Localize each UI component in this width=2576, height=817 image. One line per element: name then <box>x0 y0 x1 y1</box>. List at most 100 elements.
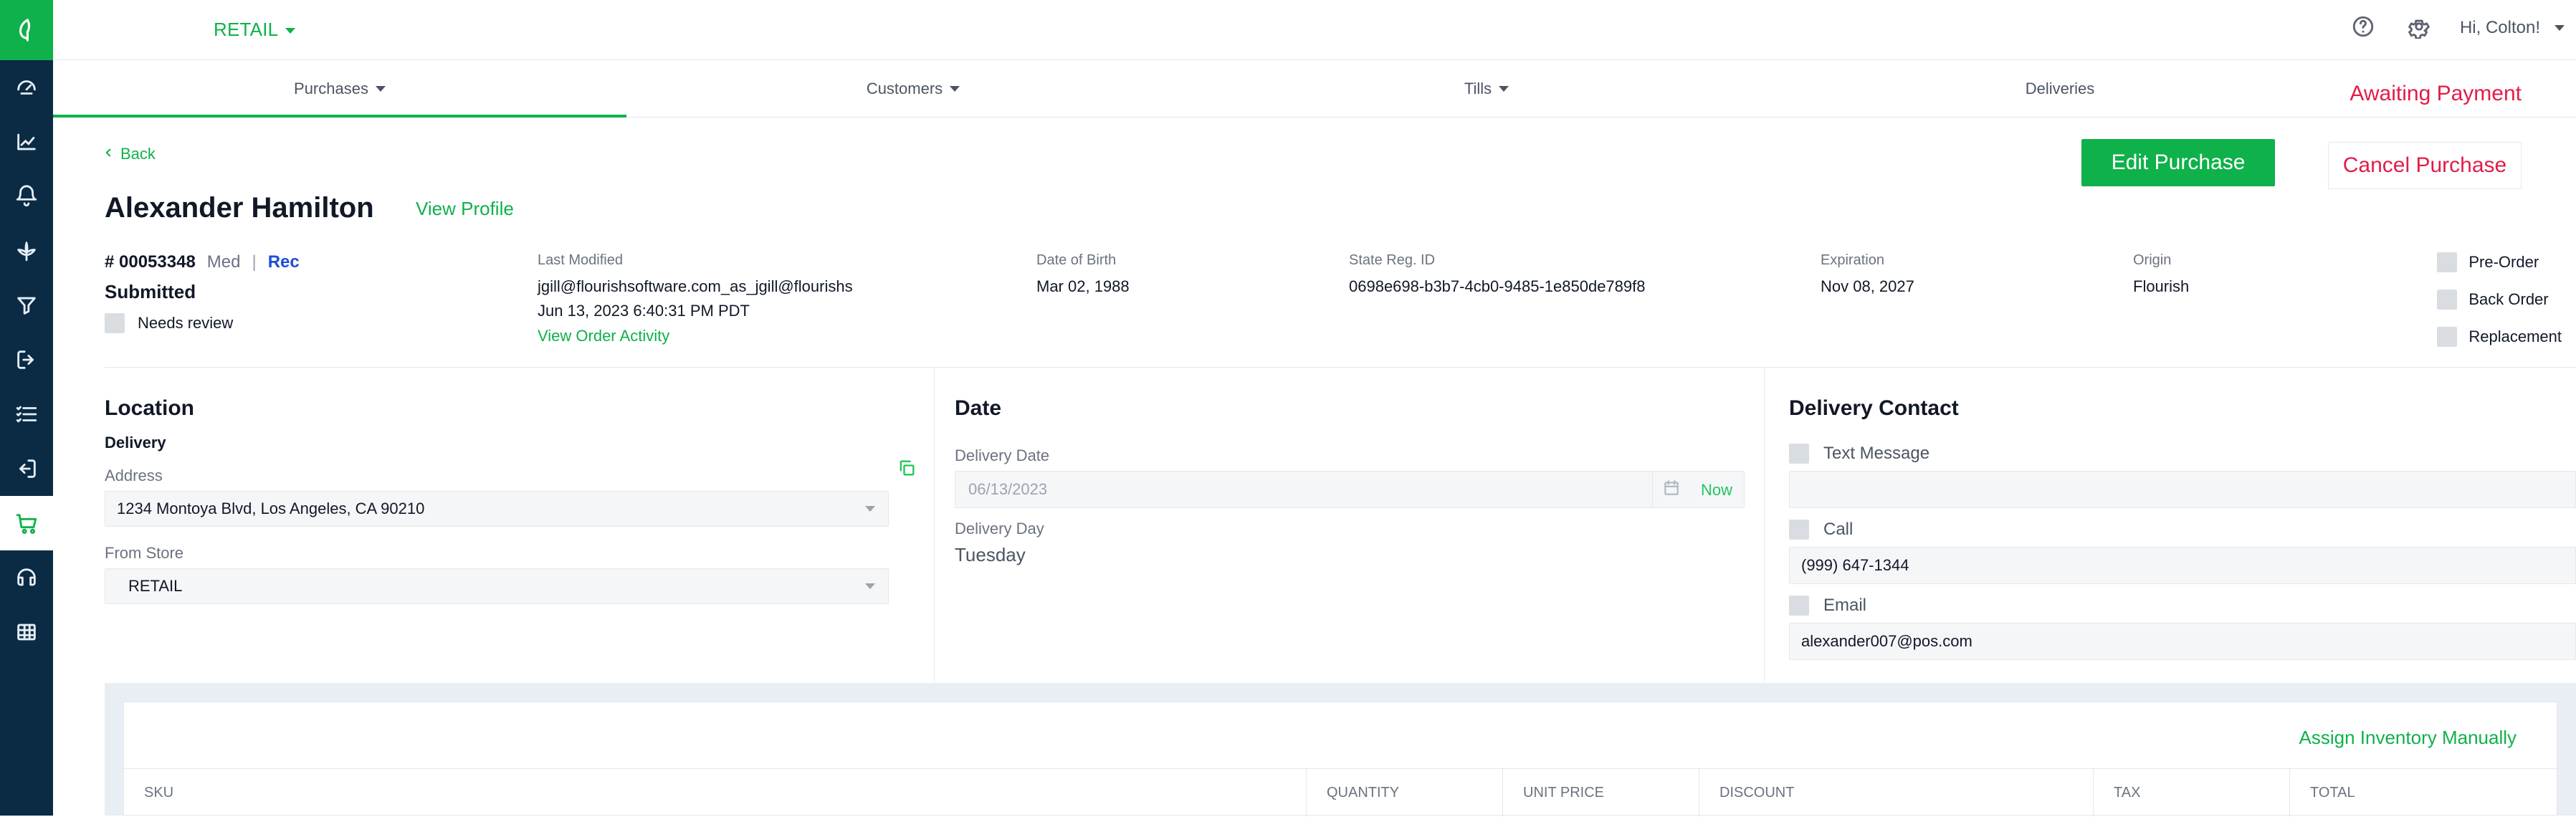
back-link[interactable]: Back <box>102 145 156 163</box>
customer-name: Alexander Hamilton <box>105 192 374 224</box>
rail-export[interactable] <box>0 441 53 496</box>
state-reg-label: State Reg. ID <box>1349 252 1436 268</box>
flag-replacement[interactable]: Replacement <box>2437 327 2562 347</box>
dob-label: Date of Birth <box>1036 252 1117 268</box>
rail-import[interactable] <box>0 333 53 387</box>
email-value: alexander007@pos.com <box>1801 632 1972 650</box>
line-chart-icon <box>14 130 39 154</box>
checkbox-box[interactable] <box>1789 596 1809 616</box>
now-button[interactable]: Now <box>1689 472 1744 509</box>
rail-dashboard[interactable] <box>0 60 53 115</box>
checkbox-box[interactable] <box>1789 520 1809 540</box>
delivery-contact-panel: Delivery Contact Text Message Call (999)… <box>1765 368 2576 683</box>
user-menu[interactable]: Hi, Colton! <box>2460 18 2565 38</box>
chevron-left-icon <box>102 145 115 163</box>
column-header-quantity: QUANTITY <box>1307 768 1503 817</box>
rail-nav <box>0 60 53 659</box>
table-icon <box>14 620 39 644</box>
address-select[interactable]: 1234 Montoya Blvd, Los Angeles, CA 90210 <box>105 491 889 527</box>
tab-purchases[interactable]: Purchases <box>53 60 626 118</box>
order-flags: Pre-Order Back Order Replacement <box>2437 252 2562 347</box>
order-number: # 00053348 <box>105 252 196 272</box>
state-reg-value: 0698e698-b3b7-4cb0-9485-1e850de789f8 <box>1349 277 1646 295</box>
dob-value: Mar 02, 1988 <box>1036 277 1130 295</box>
needs-review-checkbox[interactable]: Needs review <box>105 313 506 333</box>
store-selector[interactable]: RETAIL <box>214 19 296 41</box>
location-title: Location <box>105 396 194 420</box>
order-status: Submitted <box>105 281 196 302</box>
order-type-rec[interactable]: Rec <box>268 252 300 272</box>
email-input[interactable]: alexander007@pos.com <box>1789 623 2576 660</box>
text-message-label: Text Message <box>1823 444 1930 463</box>
column-header-sku: SKU <box>124 768 1307 817</box>
column-header-total: TOTAL <box>2310 784 2355 801</box>
cancel-purchase-button[interactable]: Cancel Purchase <box>2328 142 2522 189</box>
delivery-subtitle: Delivery <box>105 434 166 452</box>
edit-purchase-button[interactable]: Edit Purchase <box>2081 139 2275 186</box>
view-profile-link[interactable]: View Profile <box>416 198 514 220</box>
tab-deliveries[interactable]: Deliveries <box>1773 60 2347 118</box>
settings-gear-icon <box>2407 14 2431 42</box>
main-content: Back Alexander Hamilton View Profile Edi… <box>53 118 2576 817</box>
text-message-input[interactable] <box>1789 471 2576 508</box>
expiration-field: Expiration Nov 08, 2027 <box>1821 252 2007 297</box>
order-meta: # 00053348 Med | Rec Submitted Needs rev… <box>105 252 506 333</box>
needs-review-label: Needs review <box>138 314 234 332</box>
origin-field: Origin Flourish <box>2133 252 2319 297</box>
email-option[interactable]: Email <box>1789 596 1866 616</box>
delivery-date-value: 06/13/2023 <box>968 480 1048 498</box>
help-circle-icon <box>2351 14 2375 42</box>
status-awaiting-payment: Awaiting Payment <box>2350 82 2522 105</box>
rail-cart[interactable] <box>0 496 53 550</box>
origin-label: Origin <box>2133 252 2172 268</box>
dropdown-caret-icon <box>865 583 875 589</box>
checkbox-box[interactable] <box>2437 252 2458 272</box>
rail-products[interactable] <box>0 224 53 278</box>
flag-pre-order[interactable]: Pre-Order <box>2437 252 2562 272</box>
rail-analytics[interactable] <box>0 115 53 169</box>
flag-back-order[interactable]: Back Order <box>2437 290 2562 310</box>
rail-filters[interactable] <box>0 278 53 333</box>
from-store-value: RETAIL <box>128 577 183 595</box>
rail-tables[interactable] <box>0 605 53 659</box>
call-option[interactable]: Call <box>1789 520 1853 540</box>
call-input[interactable]: (999) 647-1344 <box>1789 547 2576 584</box>
address-value: 1234 Montoya Blvd, Los Angeles, CA 90210 <box>117 500 425 517</box>
checkbox-box[interactable] <box>105 313 125 333</box>
export-icon <box>14 457 39 481</box>
copy-icon[interactable] <box>897 458 917 482</box>
location-panel: Location Delivery Address 1234 Montoya B… <box>105 368 935 683</box>
filter-funnel-icon <box>14 293 39 317</box>
app-root: RETAIL Hi, Colton! Purchases Customers T… <box>0 0 2576 817</box>
view-order-activity-link[interactable]: View Order Activity <box>538 327 910 345</box>
tab-customers[interactable]: Customers <box>626 60 1200 118</box>
from-store-select[interactable]: RETAIL <box>105 568 889 604</box>
order-type-separator: | <box>252 252 257 272</box>
expiration-label: Expiration <box>1821 252 1884 268</box>
column-header-tax: TAX <box>2094 768 2290 817</box>
column-header-discount: DISCOUNT <box>1699 768 2094 817</box>
assign-inventory-link[interactable]: Assign Inventory Manually <box>2299 727 2517 749</box>
leaf-logo-icon <box>14 18 39 42</box>
store-label: RETAIL <box>214 19 279 40</box>
delivery-date-label: Delivery Date <box>955 446 1050 464</box>
date-title: Date <box>955 396 1002 420</box>
settings-button[interactable] <box>2404 13 2434 43</box>
rail-tasks[interactable] <box>0 387 53 441</box>
column-header-unit-price: UNIT PRICE <box>1503 768 1699 817</box>
text-message-option[interactable]: Text Message <box>1789 444 1929 464</box>
rail-alerts[interactable] <box>0 169 53 224</box>
address-label: Address <box>105 467 163 484</box>
chevron-down-icon <box>375 86 386 92</box>
rail-support[interactable] <box>0 550 53 605</box>
help-button[interactable] <box>2348 13 2378 43</box>
tab-tills[interactable]: Tills <box>1200 60 1773 118</box>
dropdown-caret-icon <box>865 506 875 512</box>
inventory-card: Assign Inventory Manually SKU QUANTITY U… <box>123 702 2558 817</box>
details-panels: Location Delivery Address 1234 Montoya B… <box>105 368 2576 683</box>
checkbox-box[interactable] <box>2437 290 2458 310</box>
brand-tile[interactable] <box>0 0 53 60</box>
checkbox-box[interactable] <box>1789 444 1809 464</box>
calendar-button[interactable] <box>1652 472 1689 509</box>
checkbox-box[interactable] <box>2437 327 2458 347</box>
